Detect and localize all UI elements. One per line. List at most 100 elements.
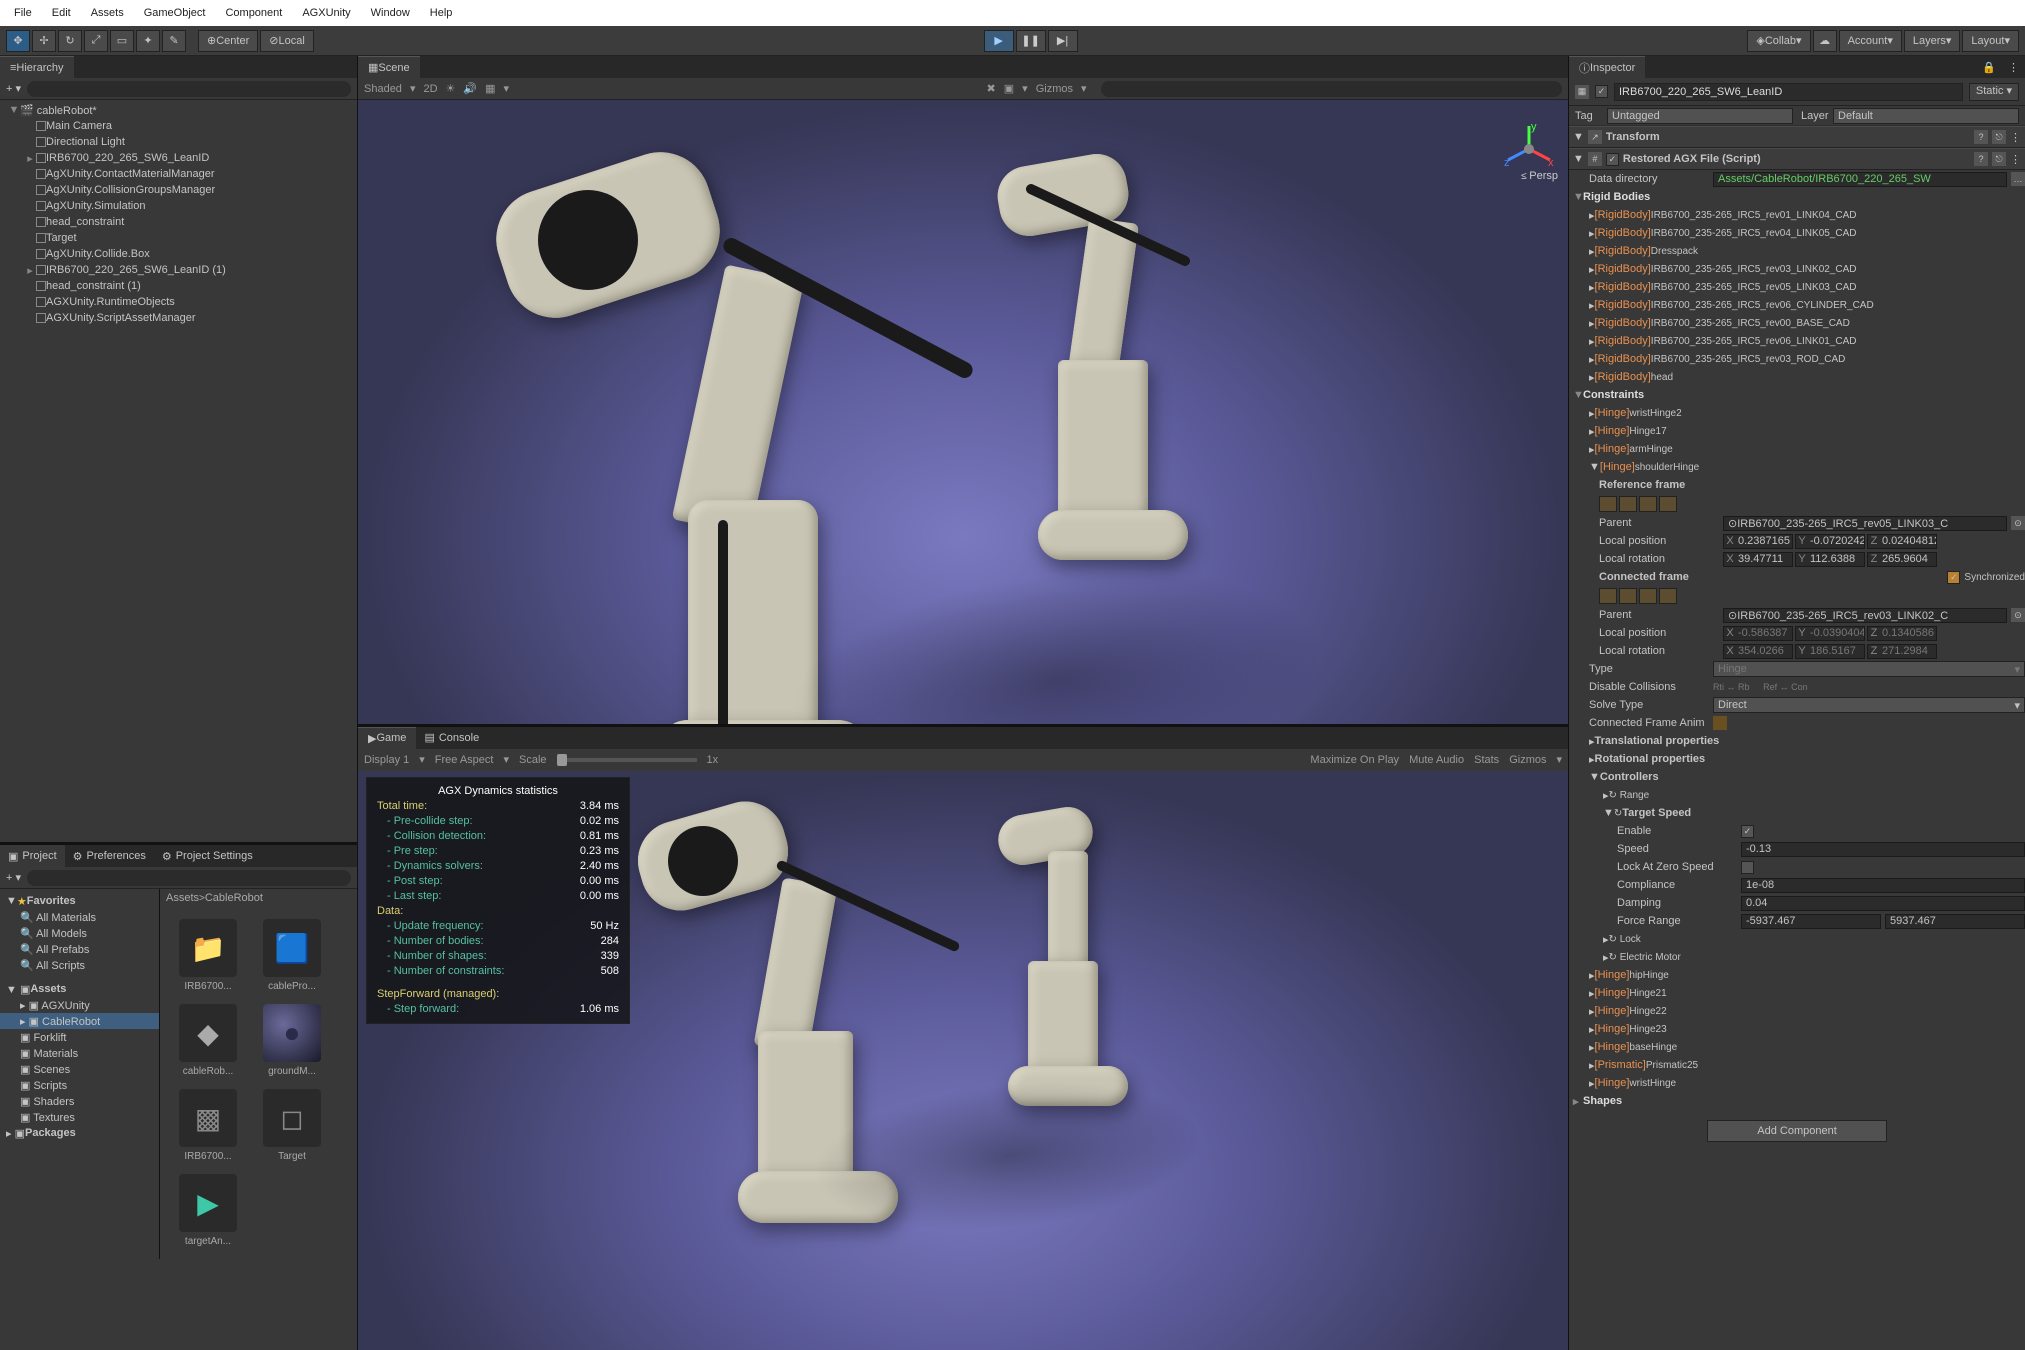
scene-search[interactable] [1101, 81, 1563, 97]
rigidbody-item[interactable]: ▸[RigidBody] IRB6700_235-265_IRC5_rev03_… [1569, 260, 2025, 278]
hierarchy-item[interactable]: Directional Light [0, 134, 357, 150]
collab-dropdown[interactable]: ◈ Collab ▾ [1747, 30, 1810, 52]
light-icon[interactable]: ☀ [446, 82, 456, 95]
layers-dropdown[interactable]: Layers ▾ [1904, 30, 1961, 52]
force-max[interactable]: 5937.467 [1885, 914, 2025, 929]
preset-icon[interactable]: ⎋ [1992, 130, 2006, 144]
asset-item[interactable]: 📁IRB6700... [172, 919, 244, 992]
hinge-item[interactable]: ▸[Hinge] Hinge23 [1569, 1020, 2025, 1038]
menu-gameobject[interactable]: GameObject [134, 7, 216, 19]
hierarchy-item[interactable]: AGXUnity.ScriptAssetManager [0, 310, 357, 326]
favorite-item[interactable]: 🔍 All Materials [0, 909, 159, 925]
script-enabled[interactable]: ✓ [1606, 153, 1619, 166]
folder-item[interactable]: ▸ ▣ CableRobot [0, 1013, 159, 1029]
packages-header[interactable]: ▸ ▣ Packages [0, 1125, 159, 1141]
tag-dropdown[interactable]: Untagged [1607, 108, 1793, 124]
force-min[interactable]: -5937.467 [1741, 914, 1881, 929]
hierarchy-item[interactable]: ▸ IRB6700_220_265_SW6_LeanID (1) [0, 262, 357, 278]
project-search[interactable] [27, 870, 351, 886]
gameobject-name[interactable] [1614, 83, 1963, 101]
rigidbody-item[interactable]: ▸[RigidBody] IRB6700_235-265_IRC5_rev01_… [1569, 206, 2025, 224]
menu-icon[interactable]: ⋮ [2010, 153, 2021, 166]
maximize-toggle[interactable]: Maximize On Play [1310, 754, 1399, 766]
hierarchy-item[interactable]: AGXUnity.RuntimeObjects [0, 294, 357, 310]
hinge-item[interactable]: ▸[Hinge] hipHinge [1569, 966, 2025, 984]
folder-item[interactable]: ▸ ▣ AGXUnity [0, 997, 159, 1013]
menu-edit[interactable]: Edit [42, 7, 81, 19]
asset-item[interactable]: ◻Target [256, 1089, 328, 1162]
type-dropdown[interactable]: Hinge ▾ [1713, 661, 2025, 677]
pivot-center[interactable]: ⊕ Center [198, 30, 258, 52]
account-dropdown[interactable]: Account ▾ [1839, 30, 1902, 52]
favorite-item[interactable]: 🔍 All Models [0, 925, 159, 941]
rigidbody-item[interactable]: ▸[RigidBody] IRB6700_235-265_IRC5_rev06_… [1569, 332, 2025, 350]
folder-item[interactable]: ▣ Shaders [0, 1093, 159, 1109]
active-checkbox[interactable]: ✓ [1595, 85, 1608, 98]
scale-tool[interactable]: ⤢ [84, 30, 108, 52]
scale-slider[interactable] [557, 758, 697, 762]
project-create[interactable]: + ▾ [6, 871, 21, 884]
asset-item[interactable]: ●groundM... [256, 1004, 328, 1077]
hinge-item[interactable]: ▸[Hinge] Hinge21 [1569, 984, 2025, 1002]
mute-toggle[interactable]: Mute Audio [1409, 754, 1464, 766]
hinge-item[interactable]: ▸[Hinge] baseHinge [1569, 1038, 2025, 1056]
menu-help[interactable]: Help [420, 7, 463, 19]
aspect-dropdown[interactable]: Free Aspect [435, 754, 494, 766]
create-dropdown[interactable]: + ▾ [6, 82, 21, 95]
hinge-item[interactable]: ▸[Hinge] wristHinge2 [1569, 404, 2025, 422]
hierarchy-item[interactable]: head_constraint (1) [0, 278, 357, 294]
shading-dropdown[interactable]: Shaded [364, 83, 402, 95]
display-dropdown[interactable]: Display 1 [364, 754, 409, 766]
layer-dropdown[interactable]: Default [1833, 108, 2019, 124]
static-dropdown[interactable]: Static ▾ [1969, 83, 2019, 101]
layout-dropdown[interactable]: Layout ▾ [1962, 30, 2019, 52]
menu-icon[interactable]: ⋮ [2010, 131, 2021, 144]
solve-dropdown[interactable]: Direct ▾ [1713, 697, 2025, 713]
hierarchy-search[interactable] [27, 81, 351, 97]
transform-tool[interactable]: ✦ [136, 30, 160, 52]
help-icon[interactable]: ? [1974, 130, 1988, 144]
hinge-item[interactable]: ▸[Hinge] armHinge [1569, 440, 2025, 458]
parent-field-2[interactable]: ⊙IRB6700_235-265_IRC5_rev03_LINK02_C [1723, 608, 2007, 623]
pivot-local[interactable]: ⊘ Local [260, 30, 314, 52]
2d-toggle[interactable]: 2D [423, 83, 437, 95]
scene-root[interactable]: ▼🎬 cableRobot* [0, 102, 357, 118]
menu-component[interactable]: Component [215, 7, 292, 19]
menu-assets[interactable]: Assets [81, 7, 134, 19]
lockzero-checkbox[interactable] [1741, 861, 1754, 874]
folder-item[interactable]: ▣ Forklift [0, 1029, 159, 1045]
component-header[interactable]: ▼↗Transform?⎋⋮ [1569, 126, 2025, 148]
folder-item[interactable]: ▣ Scripts [0, 1077, 159, 1093]
hierarchy-item[interactable]: Main Camera [0, 118, 357, 134]
rotate-tool[interactable]: ↻ [58, 30, 82, 52]
assets-header[interactable]: ▼ ▣ Assets [0, 981, 159, 997]
console-tab[interactable]: ▤ Console [416, 727, 487, 749]
game-tab[interactable]: ▶ Game [358, 727, 416, 749]
menu-window[interactable]: Window [361, 7, 420, 19]
move-tool[interactable]: ✢ [32, 30, 56, 52]
game-view[interactable]: AGX Dynamics statisticsTotal time:3.84 m… [358, 771, 1568, 1350]
hierarchy-item[interactable]: AgXUnity.Collide.Box [0, 246, 357, 262]
hand-tool[interactable]: ✥ [6, 30, 30, 52]
stats-toggle[interactable]: Stats [1474, 754, 1499, 766]
parent-field[interactable]: ⊙IRB6700_235-265_IRC5_rev05_LINK03_C [1723, 516, 2007, 531]
rect-tool[interactable]: ▭ [110, 30, 134, 52]
add-component-button[interactable]: Add Component [1707, 1120, 1887, 1142]
asset-item[interactable]: ▶targetAn... [172, 1174, 244, 1247]
lock-icon[interactable]: 🔒 [1976, 61, 2002, 74]
rigidbody-item[interactable]: ▸[RigidBody] Dresspack [1569, 242, 2025, 260]
favorites-header[interactable]: ▼ ★ Favorites [0, 893, 159, 909]
rigidbody-item[interactable]: ▸[RigidBody] IRB6700_235-265_IRC5_rev05_… [1569, 278, 2025, 296]
hinge-item[interactable]: ▸[Hinge] Hinge17 [1569, 422, 2025, 440]
preset-icon[interactable]: ⎋ [1992, 152, 2006, 166]
asset-item[interactable]: ▩IRB6700... [172, 1089, 244, 1162]
inspector-tab[interactable]: ⓘ Inspector [1569, 56, 1645, 78]
camera-icon[interactable]: ▣ [1004, 82, 1014, 95]
rigidbody-item[interactable]: ▸[RigidBody] IRB6700_235-265_IRC5_rev04_… [1569, 224, 2025, 242]
step-button[interactable]: ▶| [1048, 30, 1078, 52]
hierarchy-item[interactable]: AgXUnity.ContactMaterialManager [0, 166, 357, 182]
play-button[interactable]: ▶ [984, 30, 1014, 52]
speed-field[interactable]: -0.13 [1741, 842, 2025, 857]
folder-item[interactable]: ▣ Scenes [0, 1061, 159, 1077]
asset-item[interactable]: 🟦cablePro... [256, 919, 328, 992]
